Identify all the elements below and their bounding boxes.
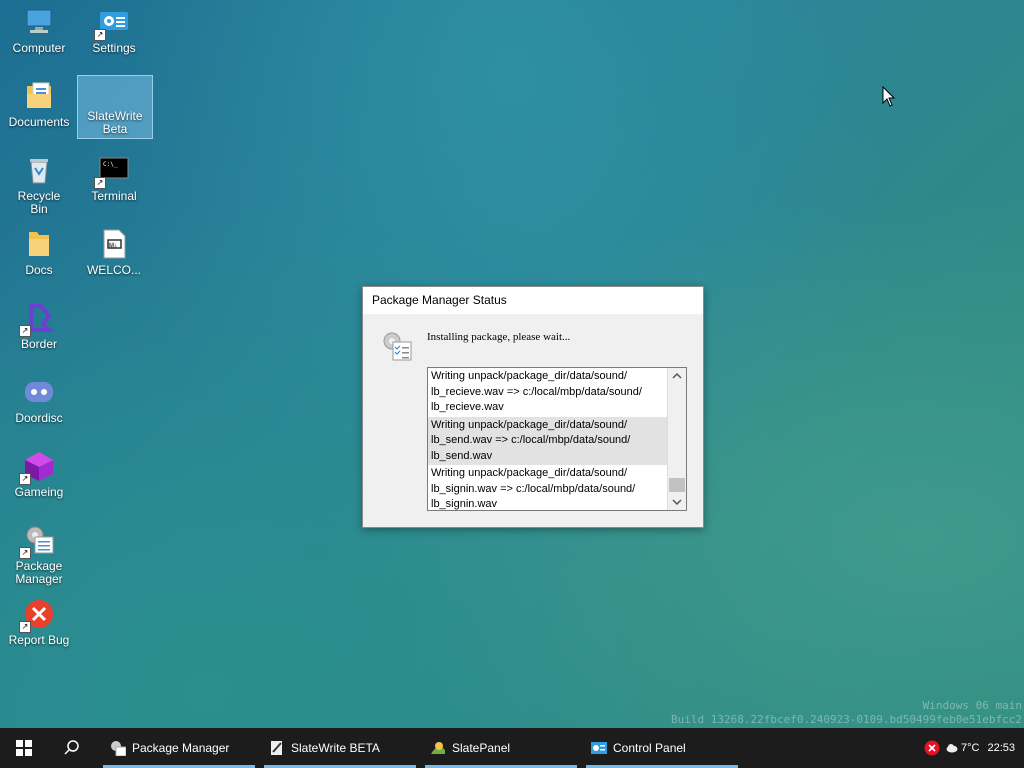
windows-logo-icon xyxy=(16,740,32,756)
desktop-icon-doordisc[interactable]: Doordisc xyxy=(2,372,76,425)
log-line: lb_send.wav xyxy=(431,449,493,462)
log-line: lb_recieve.wav => c:/local/mbp/data/soun… xyxy=(431,385,642,398)
desktop-icon-documents[interactable]: Documents xyxy=(2,76,76,129)
markdown-file-icon: M↓ xyxy=(98,228,130,260)
log-scrollbar[interactable] xyxy=(667,368,686,510)
mouse-cursor-icon xyxy=(882,85,896,108)
desktop-icon-slatewrite-beta[interactable]: SlateWrite Beta xyxy=(77,75,153,139)
package-manager-status-dialog: Package Manager Status Installing packag… xyxy=(362,286,704,528)
desktop-icon-label: Border xyxy=(20,337,58,351)
log-line: lb_send.wav => c:/local/mbp/data/sound/ xyxy=(431,434,631,446)
shortcut-arrow-icon: ↗ xyxy=(19,325,31,337)
svg-text:C:\_: C:\_ xyxy=(103,161,118,168)
shortcut-arrow-icon: ↗ xyxy=(19,547,31,559)
package-manager-icon: ↗ xyxy=(19,524,55,559)
taskbar-item-label: Control Panel xyxy=(613,741,686,755)
documents-folder-icon xyxy=(23,80,55,112)
desktop-icon-label: Report Bug xyxy=(8,633,70,647)
log-entry[interactable]: Writing unpack/package_dir/data/sound/ l… xyxy=(428,368,668,417)
desktop-icon-computer[interactable]: Computer xyxy=(2,2,76,55)
desktop-icon-border[interactable]: ↗ Border xyxy=(2,298,76,351)
log-entry[interactable]: Writing unpack/package_dir/data/sound/ l… xyxy=(428,416,668,465)
desktop-icon-label: WELCO... xyxy=(86,263,141,277)
taskbar-item-label: SlateWrite BETA xyxy=(291,741,380,755)
status-message: Installing package, please wait... xyxy=(427,331,571,343)
watermark-line: Windows 06 main xyxy=(922,699,1022,712)
shortcut-arrow-icon: ↗ xyxy=(94,177,106,189)
svg-text:M↓: M↓ xyxy=(109,243,117,249)
scroll-thumb[interactable] xyxy=(669,478,685,492)
start-button[interactable] xyxy=(0,728,48,768)
error-notification-icon[interactable] xyxy=(924,740,940,756)
settings-icon: ↗ xyxy=(94,6,130,41)
folder-icon xyxy=(23,228,55,260)
log-line: lb_signin.wav xyxy=(431,498,498,510)
border-icon: ↗ xyxy=(19,302,55,337)
desktop-icon-label: Package Manager xyxy=(15,559,63,586)
dialog-title[interactable]: Package Manager Status xyxy=(363,287,703,314)
search-button[interactable] xyxy=(48,728,96,768)
desktop-icon-label: Doordisc xyxy=(15,411,63,425)
desktop-icon-label: Gameing xyxy=(14,485,64,499)
package-manager-icon xyxy=(381,330,413,362)
search-icon xyxy=(64,740,79,755)
gameing-icon: ↗ xyxy=(19,450,55,485)
desktop-icon-settings[interactable]: ↗ Settings xyxy=(77,2,151,55)
computer-icon xyxy=(23,6,55,38)
scroll-up-icon[interactable] xyxy=(668,368,686,384)
log-entry[interactable]: Writing unpack/package_dir/data/sound/ l… xyxy=(428,465,668,510)
desktop-icon-docs[interactable]: Docs xyxy=(2,224,76,277)
shortcut-arrow-icon: ↗ xyxy=(19,621,31,633)
package-manager-icon xyxy=(111,741,126,756)
taskbar-item-control-panel[interactable]: Control Panel xyxy=(586,728,738,768)
desktop-icon-label: SlateWrite Beta xyxy=(87,109,143,136)
shortcut-arrow-icon: ↗ xyxy=(19,473,31,485)
weather-cloud-icon[interactable] xyxy=(946,743,958,753)
report-bug-icon: ↗ xyxy=(19,598,55,633)
shortcut-arrow-icon: ↗ xyxy=(94,29,106,41)
taskbar-item-slatewrite[interactable]: SlateWrite BETA xyxy=(264,728,416,768)
log-line: Writing unpack/package_dir/data/sound/ xyxy=(431,467,628,479)
slatewrite-icon xyxy=(271,741,282,755)
taskbar-item-package-manager[interactable]: Package Manager xyxy=(103,728,255,768)
system-tray: 7°C 22:53 xyxy=(924,728,1015,768)
desktop-icon-terminal[interactable]: C:\_ ↗ Terminal xyxy=(77,150,151,203)
weather-temperature[interactable]: 7°C xyxy=(961,742,979,754)
clock[interactable]: 22:53 xyxy=(987,742,1015,754)
desktop-icon-label: Settings xyxy=(92,41,136,55)
taskbar: Package Manager SlateWrite BETA SlatePan… xyxy=(0,728,1024,768)
log-line: Writing unpack/package_dir/data/sound/ xyxy=(431,370,628,382)
desktop-icon-label: Terminal xyxy=(91,189,137,203)
control-panel-icon xyxy=(591,742,607,754)
log-line: Writing unpack/package_dir/data/sound/ xyxy=(431,418,628,431)
desktop-icon-gameing[interactable]: ↗ Gameing xyxy=(2,446,76,499)
desktop-icon-welcome[interactable]: M↓ WELCO... xyxy=(77,224,151,277)
desktop-icon-package-manager[interactable]: ↗ Package Manager xyxy=(2,520,76,586)
desktop-icon-label: Docs xyxy=(25,263,53,277)
recycle-bin-icon xyxy=(23,154,55,186)
slatewrite-icon xyxy=(99,80,131,106)
slatepanel-icon xyxy=(431,742,445,754)
terminal-icon: C:\_ ↗ xyxy=(94,154,130,189)
log-line: lb_signin.wav => c:/local/mbp/data/sound… xyxy=(431,482,636,495)
install-log-listbox[interactable]: Writing unpack/package_dir/data/sound/ l… xyxy=(427,367,687,511)
desktop-icon-label: Recycle Bin xyxy=(17,189,61,216)
desktop-icon-label: Computer xyxy=(12,41,66,55)
taskbar-item-label: SlatePanel xyxy=(452,741,511,755)
watermark-line: Build 13268.22fbcef0.240923-0109.bd50499… xyxy=(671,713,1022,726)
desktop-icon-report-bug[interactable]: ↗ Report Bug xyxy=(2,594,76,647)
desktop-icon-recycle-bin[interactable]: Recycle Bin xyxy=(2,150,76,216)
scroll-down-icon[interactable] xyxy=(668,494,686,510)
doordisc-icon xyxy=(23,376,55,408)
build-watermark: Windows 06 main Build 13268.22fbcef0.240… xyxy=(671,699,1022,727)
taskbar-item-label: Package Manager xyxy=(132,741,230,755)
log-line: lb_recieve.wav xyxy=(431,401,504,413)
desktop-icon-label: Documents xyxy=(8,115,70,129)
taskbar-item-slatepanel[interactable]: SlatePanel xyxy=(425,728,577,768)
